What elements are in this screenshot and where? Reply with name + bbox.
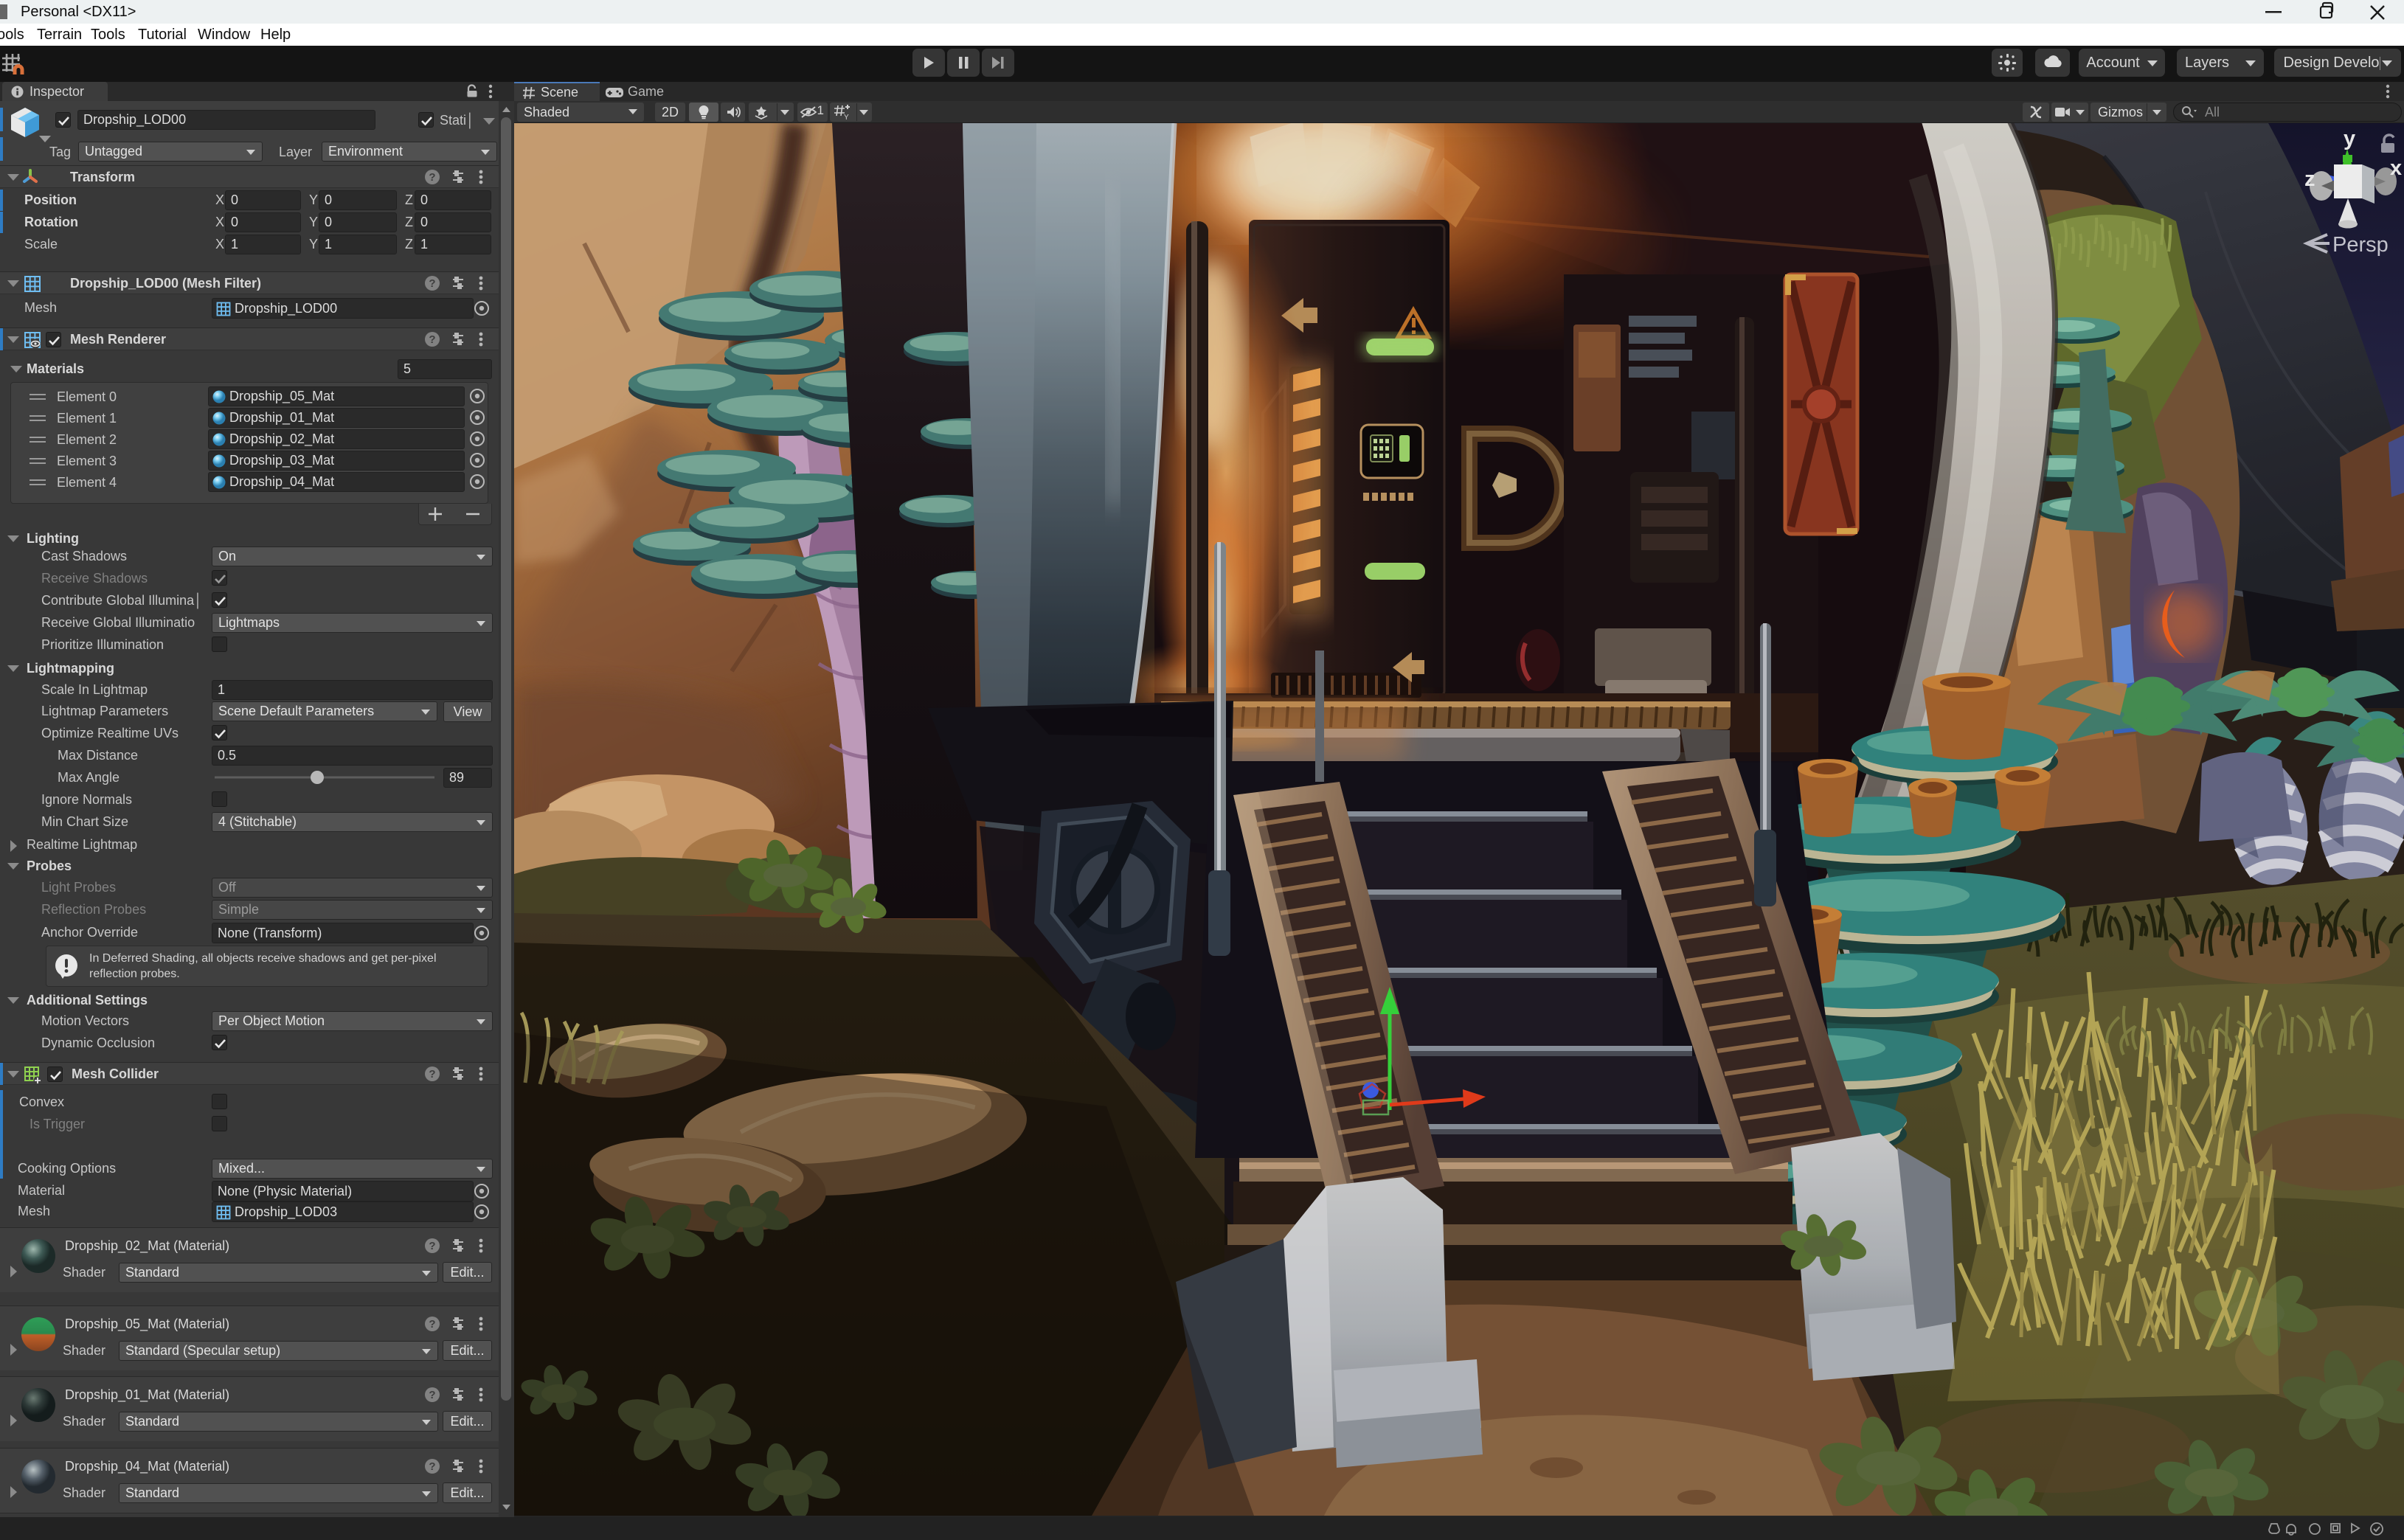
- svg-text:?: ?: [429, 1240, 435, 1252]
- svg-text:z: z: [2304, 167, 2315, 191]
- svg-text:Y: Y: [844, 114, 849, 120]
- svg-text:?: ?: [429, 1068, 435, 1081]
- svg-text:?: ?: [429, 1389, 435, 1401]
- svg-text:?: ?: [429, 171, 435, 184]
- svg-text:?: ?: [429, 1318, 435, 1331]
- svg-text:?: ?: [429, 333, 435, 346]
- svg-text:?: ?: [429, 1460, 435, 1473]
- svg-text:y: y: [2344, 127, 2355, 150]
- svg-text:Persp: Persp: [2332, 233, 2389, 257]
- svg-text:?: ?: [429, 277, 435, 290]
- svg-text:x: x: [2390, 156, 2402, 180]
